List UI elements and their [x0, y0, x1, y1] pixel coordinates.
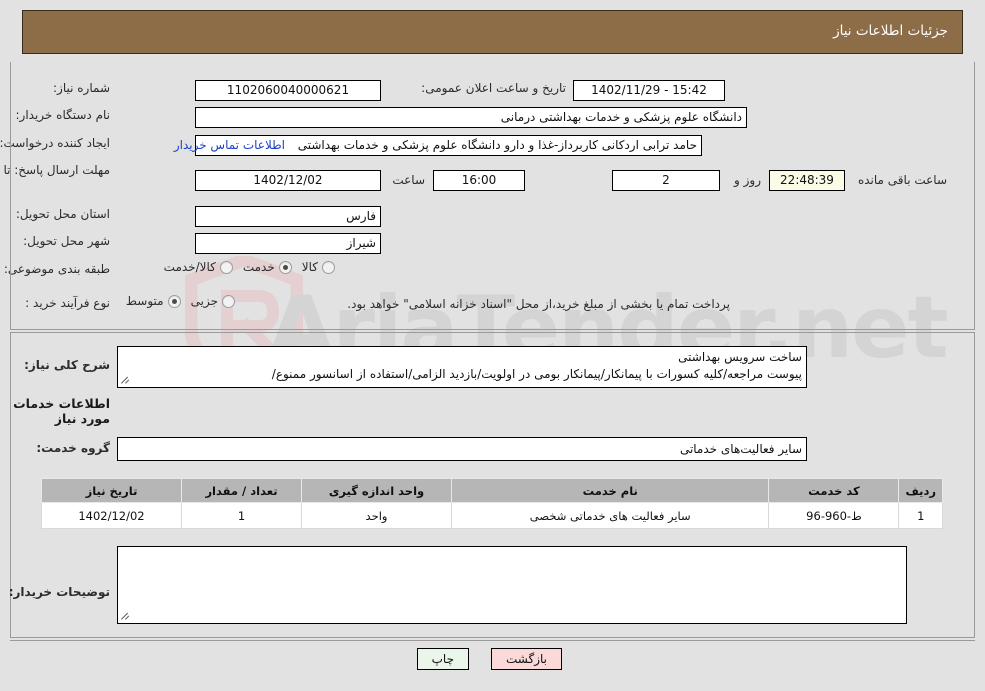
- service-group-value: سایر فعالیت‌های خدماتی: [117, 437, 807, 461]
- buyer-notes-label: توضیحات خریدار:: [8, 585, 110, 599]
- description-textarea[interactable]: ساخت سرویس بهداشتی پیوست مراجعه/کلیه کسو…: [117, 346, 807, 388]
- province-value: فارس: [195, 206, 381, 227]
- table-header-cell: واحد اندازه گیری: [301, 478, 452, 503]
- table-header-cell: نام خدمت: [450, 478, 770, 503]
- print-button[interactable]: چاپ: [416, 648, 469, 670]
- remaining-days-label: روز و: [734, 173, 761, 187]
- table-header-row: ردیف کد خدمت نام خدمت واحد اندازه گیری تعداد…: [41, 478, 943, 503]
- deadline-hour-value: 16:00: [433, 170, 525, 191]
- description-line-2: پیوست مراجعه/کلیه کسورات با پیمانکار/پیم…: [271, 367, 802, 381]
- table-header-cell: کد خدمت: [768, 478, 900, 503]
- remaining-time-value: 22:48:39: [769, 170, 845, 191]
- table-cell: واحد: [301, 502, 452, 529]
- purchase-type-radio-0[interactable]: [222, 295, 235, 308]
- treasury-note: پرداخت تمام یا بخشی از مبلغ خرید،از محل …: [347, 297, 730, 311]
- services-heading: اطلاعات خدمات مورد نیاز: [13, 396, 110, 426]
- purchase-type-radio-label-0: جزیی: [190, 294, 218, 308]
- back-button[interactable]: بازگشت: [491, 648, 562, 670]
- purchase-type-radio-1[interactable]: [167, 295, 181, 308]
- need-info-panel: [10, 62, 975, 330]
- purchase-type-radio-group: جزیی متوسط: [116, 294, 235, 308]
- category-radio-label-1: خدمت: [242, 260, 275, 274]
- deadline-date-value: 1402/12/02: [195, 170, 381, 191]
- table-cell: 1402/12/02: [41, 502, 182, 529]
- remaining-time-label: ساعت باقی مانده: [857, 173, 947, 187]
- buyer-notes-textarea[interactable]: [117, 546, 907, 624]
- category-radio-label-2: کالا/خدمت: [163, 260, 216, 274]
- page-header: جزئیات اطلاعات نیاز: [22, 10, 963, 54]
- table-cell: 1: [181, 502, 302, 529]
- buyer-org-value: دانشگاه علوم پزشکی و خدمات بهداشتی درمان…: [195, 107, 747, 128]
- deadline-hour-label: ساعت: [392, 173, 425, 187]
- table-cell: 1: [898, 502, 943, 529]
- category-radio-label-0: کالا: [301, 260, 318, 274]
- buyer-contact-link[interactable]: اطلاعات تماس خریدار: [174, 138, 285, 152]
- table-body: 1 ط-960-96 سایر فعالیت های خدماتی شخصی واحد…: [41, 502, 943, 529]
- category-radio-0[interactable]: [322, 261, 335, 274]
- description-line-1: ساخت سرویس بهداشتی: [678, 350, 802, 364]
- table-row: 1 ط-960-96 سایر فعالیت های خدماتی شخصی واحد…: [41, 502, 943, 529]
- resize-grip-icon[interactable]: [120, 610, 132, 622]
- purchase-type-radio-label-1: متوسط: [125, 294, 164, 308]
- city-value: شیراز: [195, 233, 381, 254]
- footer-divider: [10, 640, 975, 641]
- table-header-cell: ردیف: [898, 478, 943, 503]
- table-header-cell: تعداد / مقدار: [181, 478, 302, 503]
- table-cell: سایر فعالیت های خدماتی شخصی: [450, 502, 770, 529]
- table-cell: ط-960-96: [768, 502, 900, 529]
- need-number-value: 1102060040000621: [195, 80, 381, 101]
- service-group-label: گروه خدمت:: [36, 441, 110, 455]
- description-label: شرح کلی نیاز:: [24, 358, 110, 372]
- announce-datetime-value: 15:42 - 1402/11/29: [573, 80, 725, 101]
- category-radio-group: کالا خدمت کالا/خدمت: [154, 260, 335, 274]
- category-radio-2[interactable]: [219, 261, 233, 274]
- category-radio-1[interactable]: [278, 261, 292, 274]
- services-table: ردیف کد خدمت نام خدمت واحد اندازه گیری تعداد…: [41, 478, 943, 529]
- remaining-days-value: 2: [612, 170, 720, 191]
- page-title: جزئیات اطلاعات نیاز: [833, 23, 948, 39]
- table-header-cell: تاریخ نیاز: [41, 478, 182, 503]
